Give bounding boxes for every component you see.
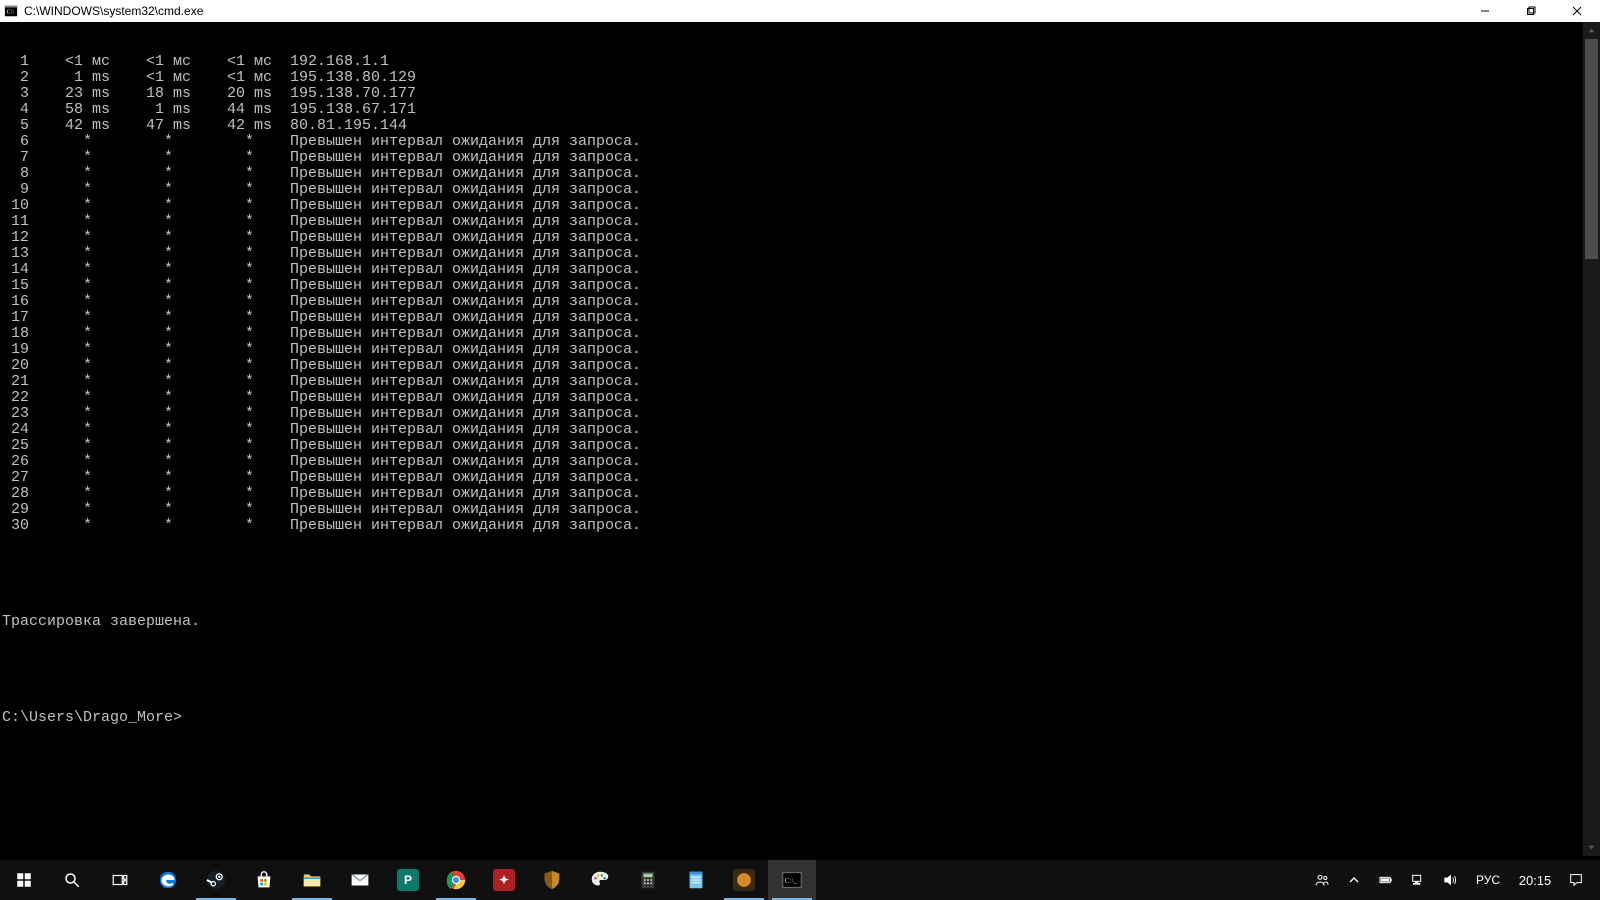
taskbar-store[interactable]	[240, 860, 288, 900]
tracert-row: 18 * * * Превышен интервал ожидания для …	[2, 326, 1600, 342]
taskbar-explorer[interactable]	[288, 860, 336, 900]
tracert-row: 30 * * * Превышен интервал ожидания для …	[2, 518, 1600, 534]
taskbar-cmd[interactable]: C:\_	[768, 860, 816, 900]
window-title: C:\WINDOWS\system32\cmd.exe	[24, 4, 203, 18]
tracert-row: 28 * * * Превышен интервал ожидания для …	[2, 486, 1600, 502]
tracert-row: 12 * * * Превышен интервал ожидания для …	[2, 230, 1600, 246]
tracert-row: 16 * * * Превышен интервал ожидания для …	[2, 294, 1600, 310]
minimize-button[interactable]	[1462, 0, 1508, 22]
cmd-window: C:\ C:\WINDOWS\system32\cmd.exe 1 <1 мс …	[0, 0, 1600, 878]
tracert-row: 26 * * * Превышен интервал ожидания для …	[2, 454, 1600, 470]
tracert-row: 23 * * * Превышен интервал ожидания для …	[2, 406, 1600, 422]
tracert-row: 7 * * * Превышен интервал ожидания для з…	[2, 150, 1600, 166]
taskbar-steam[interactable]	[192, 860, 240, 900]
tracert-row: 3 23 ms 18 ms 20 ms 195.138.70.177	[2, 86, 1600, 102]
taskbar-notes[interactable]	[672, 860, 720, 900]
scroll-thumb[interactable]	[1585, 39, 1598, 259]
battery-icon[interactable]	[1370, 872, 1402, 888]
taskbar-calc[interactable]	[624, 860, 672, 900]
tracert-row: 2 1 ms <1 мс <1 мс 195.138.80.129	[2, 70, 1600, 86]
taskbar-taskview[interactable]	[96, 860, 144, 900]
tracert-row: 5 42 ms 47 ms 42 ms 80.81.195.144	[2, 118, 1600, 134]
scroll-down-button[interactable]	[1583, 839, 1600, 856]
taskbar-start[interactable]	[0, 860, 48, 900]
svg-text:C:\_: C:\_	[785, 876, 798, 885]
tracert-row: 8 * * * Превышен интервал ожидания для з…	[2, 166, 1600, 182]
tracert-row: 13 * * * Превышен интервал ожидания для …	[2, 246, 1600, 262]
scroll-up-button[interactable]	[1583, 22, 1600, 39]
taskbar-publisher[interactable]: P	[384, 860, 432, 900]
tracert-row: 14 * * * Превышен интервал ожидания для …	[2, 262, 1600, 278]
scroll-track[interactable]	[1583, 39, 1600, 839]
tracert-row: 21 * * * Превышен интервал ожидания для …	[2, 374, 1600, 390]
taskbar-app-x[interactable]: ✦	[480, 860, 528, 900]
action-center-icon[interactable]	[1560, 872, 1592, 888]
taskbar-app-shield[interactable]	[528, 860, 576, 900]
console-output[interactable]: 1 <1 мс <1 мс <1 мс 192.168.1.12 1 ms <1…	[0, 22, 1600, 878]
maximize-button[interactable]	[1508, 0, 1554, 22]
clock[interactable]: 20:15	[1510, 873, 1560, 888]
volume-icon[interactable]	[1434, 872, 1466, 888]
network-icon[interactable]	[1402, 872, 1434, 888]
prompt: C:\Users\Drago_More>	[2, 709, 182, 726]
tracert-row: 27 * * * Превышен интервал ожидания для …	[2, 470, 1600, 486]
tracert-row: 22 * * * Превышен интервал ожидания для …	[2, 390, 1600, 406]
taskbar-search[interactable]	[48, 860, 96, 900]
tracert-row: 4 58 ms 1 ms 44 ms 195.138.67.171	[2, 102, 1600, 118]
titlebar[interactable]: C:\ C:\WINDOWS\system32\cmd.exe	[0, 0, 1600, 22]
close-button[interactable]	[1554, 0, 1600, 22]
system-tray: РУС 20:15	[1306, 860, 1600, 900]
tray-chevron-icon[interactable]	[1338, 872, 1370, 888]
tracert-row: 15 * * * Превышен интервал ожидания для …	[2, 278, 1600, 294]
tracert-row: 19 * * * Превышен интервал ожидания для …	[2, 342, 1600, 358]
trace-complete: Трассировка завершена.	[2, 614, 1600, 630]
tracert-row: 25 * * * Превышен интервал ожидания для …	[2, 438, 1600, 454]
language-indicator[interactable]: РУС	[1466, 873, 1510, 887]
tracert-row: 20 * * * Превышен интервал ожидания для …	[2, 358, 1600, 374]
taskbar: P ✦ C:\_ РУС 20:15	[0, 860, 1600, 900]
tracert-row: 1 <1 мс <1 мс <1 мс 192.168.1.1	[2, 54, 1600, 70]
tracert-row: 29 * * * Превышен интервал ожидания для …	[2, 502, 1600, 518]
vertical-scrollbar[interactable]	[1583, 22, 1600, 856]
taskbar-edge[interactable]	[144, 860, 192, 900]
taskbar-mail[interactable]	[336, 860, 384, 900]
tracert-row: 11 * * * Превышен интервал ожидания для …	[2, 214, 1600, 230]
tracert-row: 24 * * * Превышен интервал ожидания для …	[2, 422, 1600, 438]
cmd-icon: C:\	[2, 2, 20, 20]
taskbar-paint[interactable]	[576, 860, 624, 900]
tracert-row: 9 * * * Превышен интервал ожидания для з…	[2, 182, 1600, 198]
tracert-row: 17 * * * Превышен интервал ожидания для …	[2, 310, 1600, 326]
svg-text:C:\: C:\	[7, 10, 15, 16]
tracert-row: 10 * * * Превышен интервал ожидания для …	[2, 198, 1600, 214]
people-icon[interactable]	[1306, 872, 1338, 888]
tracert-row: 6 * * * Превышен интервал ожидания для з…	[2, 134, 1600, 150]
taskbar-chrome[interactable]	[432, 860, 480, 900]
taskbar-app-orange[interactable]	[720, 860, 768, 900]
